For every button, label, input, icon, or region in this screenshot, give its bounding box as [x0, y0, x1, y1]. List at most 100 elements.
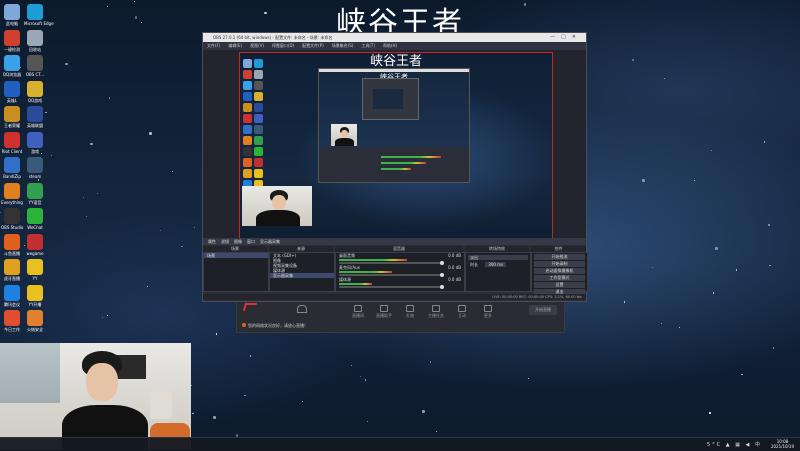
controls-panel[interactable]: 开始推流 开始录制 启动虚拟摄像机 工作室模式 设置 退出 — [531, 252, 588, 295]
star — [82, 197, 84, 199]
desktop-icon[interactable]: 一键检测 — [1, 29, 23, 52]
control-button[interactable]: 设置 — [534, 282, 585, 288]
warning-icon — [242, 323, 246, 327]
menu-item[interactable]: 场景集合(S) — [332, 43, 354, 48]
weather-temp[interactable]: 5°C — [707, 442, 722, 448]
scenes-panel[interactable]: 场景 — [203, 252, 269, 292]
volume-slider[interactable] — [339, 273, 444, 277]
menu-item[interactable]: 配置文件(P) — [302, 43, 324, 48]
desktop-icon[interactable]: OBS Studio — [1, 208, 23, 230]
source-toolbar-button[interactable]: 图像 — [234, 239, 242, 244]
desktop-icon[interactable]: YY语音 — [24, 182, 46, 205]
desktop-icon[interactable]: 此电脑 — [1, 4, 23, 26]
clock[interactable]: 10:08 2021/10/19 — [771, 439, 794, 449]
mixer-channel-name: 麦克风/Aux — [339, 265, 360, 270]
star — [429, 361, 431, 363]
desktop-icon-label: 王者荣耀 — [4, 123, 20, 128]
preview-desktop-icon — [243, 114, 252, 123]
network-icon[interactable]: ▦ — [735, 442, 742, 448]
ime-indicator[interactable]: 中 — [755, 442, 762, 448]
slider-knob[interactable] — [440, 273, 444, 277]
menu-item[interactable]: 停靠窗口(D) — [272, 43, 294, 48]
desktop-icon[interactable]: Everything — [1, 182, 23, 205]
desktop-icon[interactable]: 斗鱼直播 — [1, 233, 23, 256]
window-controls[interactable]: —□✕ — [550, 33, 582, 42]
source-toolbar-button[interactable]: 滤镜 — [221, 239, 229, 244]
desktop-icon[interactable]: 虎牙直播 — [1, 259, 23, 281]
desktop-icon[interactable]: 王者荣耀 — [1, 106, 23, 128]
desktop-icon[interactable]: QQ浏览器 — [1, 55, 23, 77]
desktop-icon[interactable]: YY开播 — [24, 284, 46, 307]
transitions-panel[interactable]: 淡出 时长 300 ms — [465, 252, 531, 292]
control-button[interactable]: 开始录制 — [534, 261, 585, 267]
obs-window[interactable]: OBS 27.0.1 (64 bit, windows) - 配置文件: 未命名… — [202, 32, 588, 302]
desktop-icon[interactable]: 英雄联盟 — [24, 106, 46, 128]
obs-menubar: 文件(F) 编辑(E) 视图(V) 停靠窗口(D) 配置文件(P) 场景集合(S) 工具(T… — [203, 42, 586, 50]
desktop-icon[interactable]: Microsoft Edge — [24, 4, 54, 26]
star — [678, 326, 680, 328]
clock-date: 2021/10/19 — [770, 444, 794, 449]
live-tool-button[interactable]: 更多 — [477, 305, 499, 319]
desktop-icon[interactable]: BandiZip — [1, 157, 23, 179]
taskbar[interactable]: 5°C ▲ ▦ ◀ 中 10:08 2021/10/19 — [0, 437, 800, 451]
live-tool-button[interactable]: 礼物 — [399, 305, 421, 319]
preview-canvas[interactable]: 峡谷王者 峡谷王者 — [239, 52, 553, 260]
transition-duration[interactable]: 时长 300 ms — [468, 262, 528, 267]
slider-knob[interactable] — [440, 261, 444, 265]
volume-slider[interactable] — [339, 261, 444, 265]
live-tool-button[interactable]: 互动 — [451, 305, 473, 319]
source-toolbar-button[interactable]: 属性 — [208, 239, 216, 244]
audio-meter — [339, 271, 392, 273]
menu-item[interactable]: 文件(F) — [207, 43, 220, 48]
volume-slider[interactable] — [339, 285, 444, 289]
zip-icon — [4, 157, 20, 173]
desktop-icon[interactable]: 回收站 — [24, 29, 46, 52]
slider-knob[interactable] — [440, 285, 444, 289]
source-toolbar-button[interactable]: 窗口 — [247, 239, 255, 244]
control-button[interactable]: 开始推流 — [534, 254, 585, 260]
live-tool-button[interactable]: 直播助手 — [373, 305, 395, 319]
status-text: LIVE: 00:00:00 REC: 00:00:00 CPU: 2.1%, … — [492, 295, 582, 299]
menu-item[interactable]: 帮助(H) — [383, 43, 397, 48]
desktop-icon[interactable]: QQ游戏 — [24, 80, 46, 103]
desktop-icon[interactable]: WeChat — [24, 208, 46, 230]
star — [181, 246, 183, 248]
source-toolbar-button[interactable]: 显示器采集 — [260, 239, 280, 244]
menu-item[interactable]: 编辑(E) — [228, 43, 242, 48]
start-live-button[interactable]: 开始直播 — [529, 305, 557, 315]
obs-preview[interactable]: 峡谷王者 峡谷王者 — [203, 50, 586, 262]
desktop-icon[interactable]: OBS CT... — [24, 55, 46, 77]
desktop-icon[interactable]: Riot Client — [1, 131, 23, 154]
desktop-icon[interactable]: YY — [24, 259, 46, 281]
live-tool-button[interactable]: 直播间 — [347, 305, 369, 319]
tray-icons[interactable]: 5°C ▲ ▦ ◀ 中 — [707, 441, 762, 448]
live-tool-button[interactable]: 主播任务 — [425, 305, 447, 319]
desktop-icon[interactable]: 今日工作 — [1, 310, 23, 332]
control-button[interactable]: 启动虚拟摄像机 — [534, 268, 585, 274]
menu-item[interactable]: 视图(V) — [250, 43, 264, 48]
desktop-icon[interactable]: wegame — [24, 233, 46, 256]
star — [85, 215, 87, 218]
transition-select[interactable]: 淡出 — [468, 255, 528, 260]
star — [693, 180, 696, 182]
star — [65, 62, 68, 66]
desktop-icon[interactable]: 火绒安全 — [24, 310, 46, 332]
webcam-overlay — [0, 343, 191, 450]
desktop-icon[interactable]: 游戏 — [24, 131, 46, 154]
obs-titlebar[interactable]: OBS 27.0.1 (64 bit, windows) - 配置文件: 未命名… — [203, 33, 586, 42]
source-item[interactable]: 显示器采集 — [270, 273, 334, 278]
control-button[interactable]: 工作室模式 — [534, 275, 585, 281]
menu-item[interactable]: 工具(T) — [361, 43, 375, 48]
riot-icon — [4, 131, 20, 148]
home-icon[interactable] — [297, 305, 307, 313]
volume-icon[interactable]: ◀ — [746, 442, 752, 448]
desktop-icon[interactable]: steam — [24, 157, 46, 179]
desktop-icon-label: 今日工作 — [4, 327, 20, 332]
preview-desktop-icon — [254, 114, 263, 123]
sources-panel[interactable]: 文本 (GDI+) 图像 视频采集设备 媒体源 显示器采集 — [269, 252, 335, 292]
desktop-icon[interactable]: 英雄L — [1, 80, 23, 103]
mixer-panel[interactable]: 桌面音频 0.0 dB 麦克风/Aux 0.0 dB 媒体源 0.0 dB — [335, 252, 465, 292]
desktop-icon[interactable]: 腾讯会议 — [1, 284, 23, 307]
scene-item[interactable]: 场景 — [204, 253, 268, 258]
up-arrow-icon[interactable]: ▲ — [726, 442, 732, 448]
